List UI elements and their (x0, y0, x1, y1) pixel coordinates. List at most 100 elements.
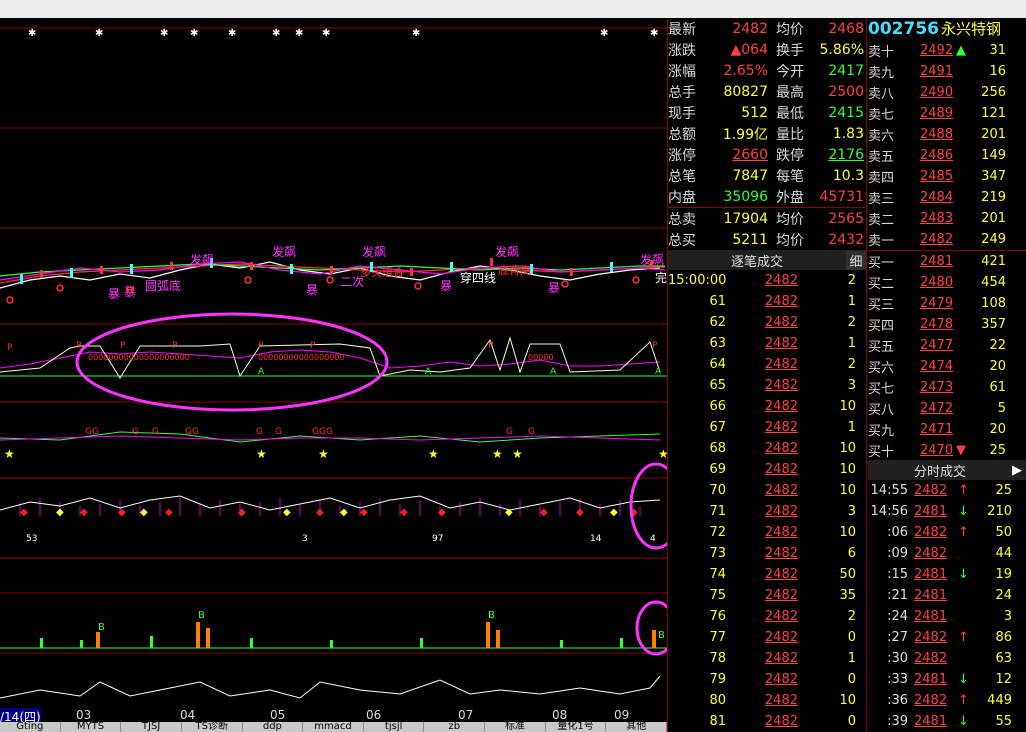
book-row[interactable]: 卖五 2486 149 (868, 145, 1026, 166)
tick-row[interactable]: 65 2482 3 (668, 375, 866, 396)
book-row[interactable]: 卖十 2492 ▲ 31 (868, 40, 1026, 61)
book-row[interactable]: 买五 2477 22 (868, 335, 1026, 356)
tick-row[interactable]: 15:00:00 2482 2 (668, 270, 866, 291)
fs-header[interactable]: 分时成交 ▶ (868, 460, 1026, 480)
book-row[interactable]: 买六 2474 20 (868, 356, 1026, 377)
book-row[interactable]: 买九 2471 20 (868, 419, 1026, 440)
book-volume: 16 (989, 64, 1006, 79)
tick-row[interactable]: 72 2482 10 (668, 522, 866, 543)
tick-row[interactable]: 74 2482 50 (668, 564, 866, 585)
book-row[interactable]: 买七 2473 61 (868, 377, 1026, 398)
svg-text:G: G (152, 427, 159, 437)
svg-text:P: P (120, 341, 126, 351)
indicator-tab[interactable]: Gting (0, 722, 61, 732)
fs-row[interactable]: 14:55 2482 ↑ 25 (868, 480, 1026, 501)
indicator-tab[interactable]: 量化1号 (546, 722, 607, 732)
detail-button[interactable]: 细 (846, 250, 866, 270)
tick-price: 2482 (764, 672, 798, 687)
tick-row[interactable]: 67 2482 1 (668, 417, 866, 438)
tick-row[interactable]: 81 2482 0 (668, 711, 866, 732)
tick-row[interactable]: 78 2482 1 (668, 648, 866, 669)
indicator-tab[interactable]: TJSJ (121, 722, 182, 732)
tick-row[interactable]: 68 2482 10 (668, 438, 866, 459)
fs-row[interactable]: :39 2481 ↓ 55 (868, 711, 1026, 732)
svg-text:◆: ◆ (610, 507, 618, 518)
svg-text:A: A (425, 367, 432, 377)
fs-time: :09 (887, 546, 908, 561)
book-row[interactable]: 卖八 2490 256 (868, 82, 1026, 103)
tick-row[interactable]: 69 2482 10 (668, 459, 866, 480)
tick-time: 62 (709, 315, 726, 330)
fs-row[interactable]: :09 2482 44 (868, 543, 1026, 564)
tick-row[interactable]: 64 2482 2 (668, 354, 866, 375)
book-label: 买六 (868, 361, 895, 376)
quote-label: 均价 (776, 232, 804, 249)
quote-value: 512 (741, 104, 768, 121)
fs-row[interactable]: :06 2482 ↑ 50 (868, 522, 1026, 543)
book-row[interactable]: 买四 2478 357 (868, 314, 1026, 335)
fs-row[interactable]: :27 2482 ↑ 86 (868, 627, 1026, 648)
tick-price: 2482 (764, 630, 798, 645)
tick-time: 65 (709, 378, 726, 393)
indicator-tab[interactable]: tjsjl (364, 722, 425, 732)
book-row[interactable]: 买十 2470 ▼ 25 (868, 440, 1026, 461)
tick-row[interactable]: 66 2482 10 (668, 396, 866, 417)
tick-row[interactable]: 71 2482 3 (668, 501, 866, 522)
book-row[interactable]: 卖二 2483 201 (868, 208, 1026, 229)
book-row[interactable]: 卖六 2488 201 (868, 124, 1026, 145)
book-row[interactable]: 买八 2472 5 (868, 398, 1026, 419)
book-row[interactable]: 卖七 2489 121 (868, 103, 1026, 124)
book-row[interactable]: 买三 2479 108 (868, 293, 1026, 314)
indicator-tab[interactable]: 标准 (485, 722, 546, 732)
fs-arrow: ↓ (958, 567, 969, 582)
tick-row[interactable]: 79 2482 0 (668, 669, 866, 690)
fs-row[interactable]: :36 2482 ↑ 449 (868, 690, 1026, 711)
fs-row[interactable]: :15 2481 ↓ 19 (868, 564, 1026, 585)
fs-row[interactable]: :21 2481 24 (868, 585, 1026, 606)
tick-row[interactable]: 62 2482 2 (668, 312, 866, 333)
indicator-tab[interactable]: ddp (243, 722, 304, 732)
book-row[interactable]: 卖四 2485 347 (868, 166, 1026, 187)
timeshare-list[interactable]: 14:55 2482 ↑ 25 14:56 2481 ↓ 210:06 2482 ↑ 50:09 24… (868, 480, 1026, 732)
tick-row[interactable]: 77 2482 0 (668, 627, 866, 648)
indicator-tab[interactable]: zb (424, 722, 486, 732)
svg-text:✱: ✱ (295, 28, 303, 39)
book-row[interactable]: 卖三 2484 219 (868, 187, 1026, 208)
tick-row[interactable]: 76 2482 2 (668, 606, 866, 627)
tick-row[interactable]: 61 2482 1 (668, 291, 866, 312)
book-row[interactable]: 卖一 2482 249 (868, 229, 1026, 250)
fs-row[interactable]: :33 2481 ↓ 12 (868, 669, 1026, 690)
book-label: 卖二 (868, 213, 895, 228)
book-price: 2479 (920, 296, 954, 311)
indicator-tabs[interactable]: Gting MYTS TJSJ TS诊断 ddp mmacd tjsjl zb 标准 量化1号 其他 (0, 722, 667, 732)
svg-text:P: P (7, 343, 13, 353)
indicator-tab[interactable]: 其他 (606, 722, 667, 732)
fs-time: :21 (887, 588, 908, 603)
book-row[interactable]: 卖九 2491 16 (868, 61, 1026, 82)
tick-row[interactable]: 80 2482 10 (668, 690, 866, 711)
play-icon[interactable]: ▶ (1012, 463, 1026, 478)
fs-row[interactable]: :24 2481 3 (868, 606, 1026, 627)
fs-row[interactable]: :30 2482 63 (868, 648, 1026, 669)
stock-code: 002756 (868, 19, 939, 39)
ticks-list[interactable]: 15:00:00 2482 2 61 2482 1 62 2482 2 63 2482 1 64 2482… (668, 270, 866, 732)
ticks-header[interactable]: 逐笔成交 细 (668, 250, 866, 270)
quote-value: 2482 (732, 20, 768, 37)
svg-text:◆: ◆ (56, 507, 64, 518)
tick-row[interactable]: 73 2482 6 (668, 543, 866, 564)
svg-text:◆: ◆ (238, 507, 246, 518)
kline-chart[interactable]: ✱ ✱ ✱ ✱ ✱ ✱ ✱ ✱ ✱ ✱ ✱ 发飙 发飙 发飙 发飙 发飙 圆弧底 二次 多头组… (0, 18, 667, 708)
indicator-tab[interactable]: TS诊断 (182, 722, 243, 732)
tick-row[interactable]: 63 2482 1 (668, 333, 866, 354)
highlight-ellipse-1 (75, 312, 389, 412)
svg-text:✱: ✱ (600, 28, 608, 39)
quote-row: 涨幅 2.65% 今开 2417 (668, 60, 866, 81)
fs-row[interactable]: 14:56 2481 ↓ 210 (868, 501, 1026, 522)
tick-row[interactable]: 75 2482 35 (668, 585, 866, 606)
book-volume: 357 (981, 317, 1006, 332)
book-row[interactable]: 买一 2481 421 (868, 250, 1026, 272)
book-row[interactable]: 买二 2480 454 (868, 272, 1026, 293)
indicator-tab[interactable]: MYTS (61, 722, 122, 732)
tick-row[interactable]: 70 2482 10 (668, 480, 866, 501)
indicator-tab[interactable]: mmacd (303, 722, 364, 732)
